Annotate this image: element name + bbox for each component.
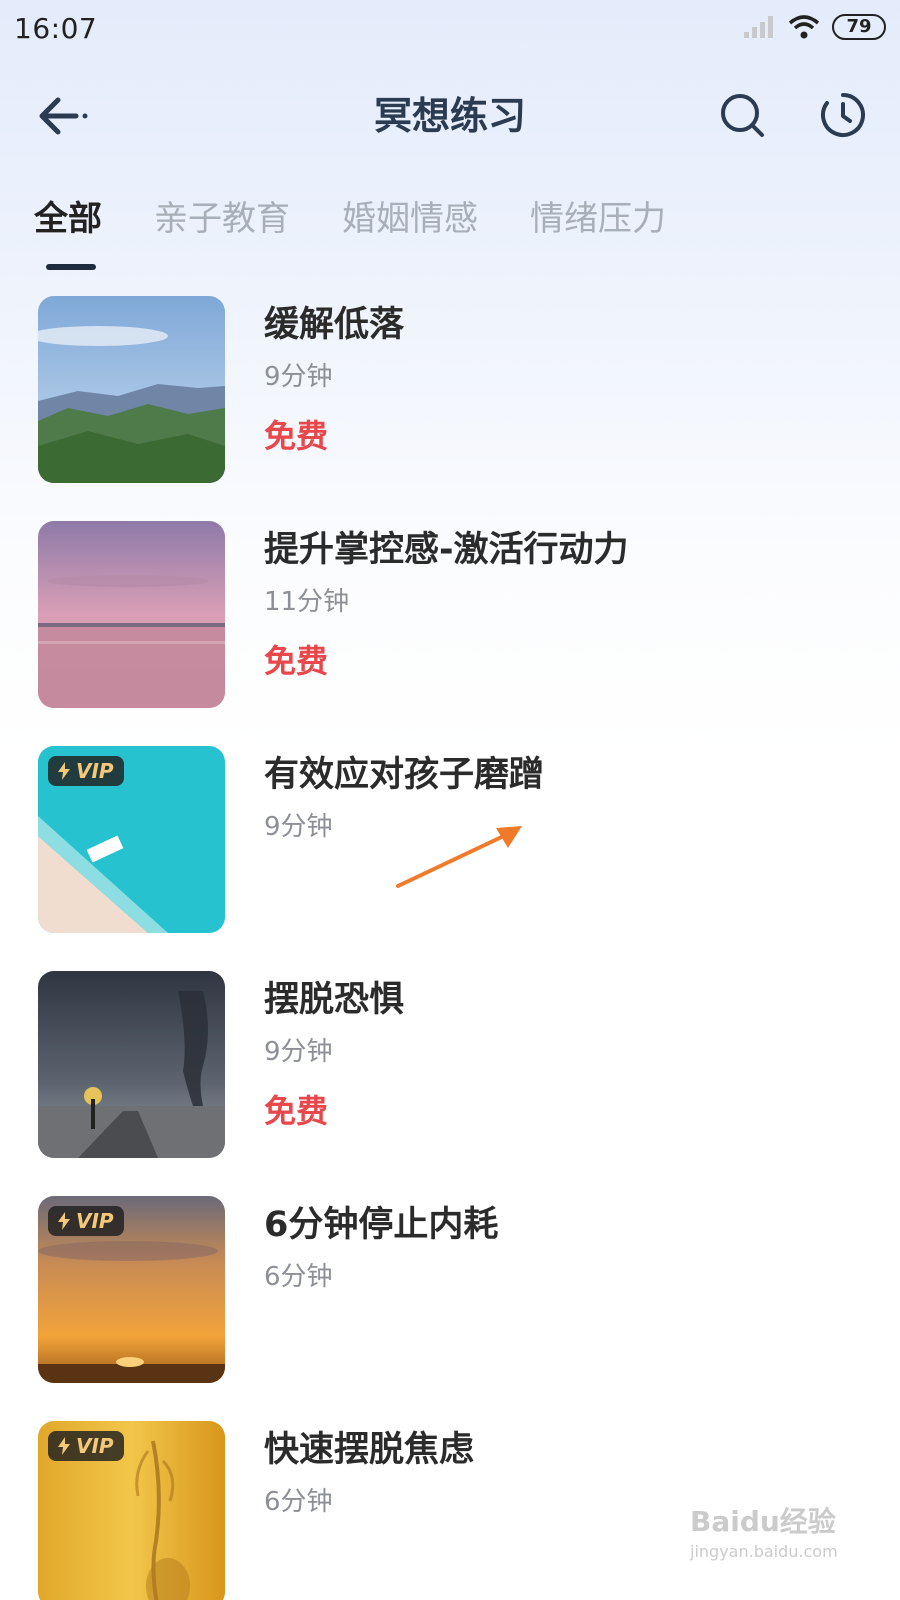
thumbnail-image xyxy=(38,296,225,483)
tab-all[interactable]: 全部 xyxy=(34,194,102,244)
item-title: 快速摆脱焦虑 xyxy=(264,1430,475,1470)
status-bar: 16:07 79 xyxy=(0,0,900,64)
history-clock-icon xyxy=(821,93,865,137)
vip-label: VIP xyxy=(76,759,114,783)
list-item[interactable]: 提升掌控感-激活行动力 11分钟 免费 xyxy=(38,521,878,746)
vip-label: VIP xyxy=(76,1209,114,1233)
history-button[interactable] xyxy=(816,88,870,142)
tab-parent-child-education[interactable]: 亲子教育 xyxy=(154,194,290,244)
search-button[interactable] xyxy=(715,88,769,142)
list-item[interactable]: 缓解低落 9分钟 免费 xyxy=(38,296,878,521)
annotation-arrow-icon xyxy=(396,826,522,888)
thumbnail-image: VIP xyxy=(38,1421,225,1600)
search-icon xyxy=(721,94,764,137)
active-tab-indicator xyxy=(46,264,96,270)
item-price-free: 免费 xyxy=(264,417,329,455)
item-title: 提升掌控感-激活行动力 xyxy=(264,530,629,570)
lightning-icon xyxy=(58,762,70,780)
item-title: 缓解低落 xyxy=(264,305,405,345)
wifi-icon xyxy=(788,15,820,39)
thumbnail-image xyxy=(38,971,225,1158)
item-duration: 11分钟 xyxy=(264,587,350,617)
item-title: 有效应对孩子磨蹭 xyxy=(264,755,545,795)
status-icons: 79 xyxy=(742,14,886,40)
vip-badge: VIP xyxy=(48,1206,124,1236)
list-item[interactable]: 摆脱恐惧 9分钟 免费 xyxy=(38,971,878,1196)
vip-label: VIP xyxy=(76,1434,114,1458)
item-price-free: 免费 xyxy=(264,1092,329,1130)
item-duration: 6分钟 xyxy=(264,1487,333,1517)
item-title: 摆脱恐惧 xyxy=(264,980,405,1020)
tab-marriage-emotion[interactable]: 婚姻情感 xyxy=(342,194,478,244)
item-price-free: 免费 xyxy=(264,642,329,680)
watermark-url: jingyan.baidu.com xyxy=(690,1542,838,1561)
lightning-icon xyxy=(58,1212,70,1230)
nav-bar: 冥想练习 xyxy=(0,80,900,152)
vip-badge: VIP xyxy=(48,1431,124,1461)
vip-badge: VIP xyxy=(48,756,124,786)
watermark: Baidu经验 jingyan.baidu.com xyxy=(690,1500,838,1561)
signal-icon xyxy=(744,16,773,38)
item-duration: 9分钟 xyxy=(264,1037,333,1067)
status-time: 16:07 xyxy=(14,12,98,45)
category-tabs: 全部 亲子教育 婚姻情感 情绪压力 xyxy=(34,194,718,274)
list-item[interactable]: VIP 6分钟停止内耗 6分钟 xyxy=(38,1196,878,1421)
item-duration: 6分钟 xyxy=(264,1262,333,1292)
thumbnail-image: VIP xyxy=(38,1196,225,1383)
battery-icon: 79 xyxy=(832,14,886,40)
item-title: 6分钟停止内耗 xyxy=(264,1205,499,1245)
thumbnail-image: VIP xyxy=(38,746,225,933)
meditation-list: 缓解低落 9分钟 免费 提升掌控感-激活行动力 11分钟 免费 VIP 有效应对… xyxy=(38,296,878,1600)
tab-emotion-stress[interactable]: 情绪压力 xyxy=(530,194,666,244)
item-duration: 9分钟 xyxy=(264,362,333,392)
lightning-icon xyxy=(58,1437,70,1455)
watermark-brand: Baidu经验 xyxy=(690,1505,836,1538)
thumbnail-image xyxy=(38,521,225,708)
